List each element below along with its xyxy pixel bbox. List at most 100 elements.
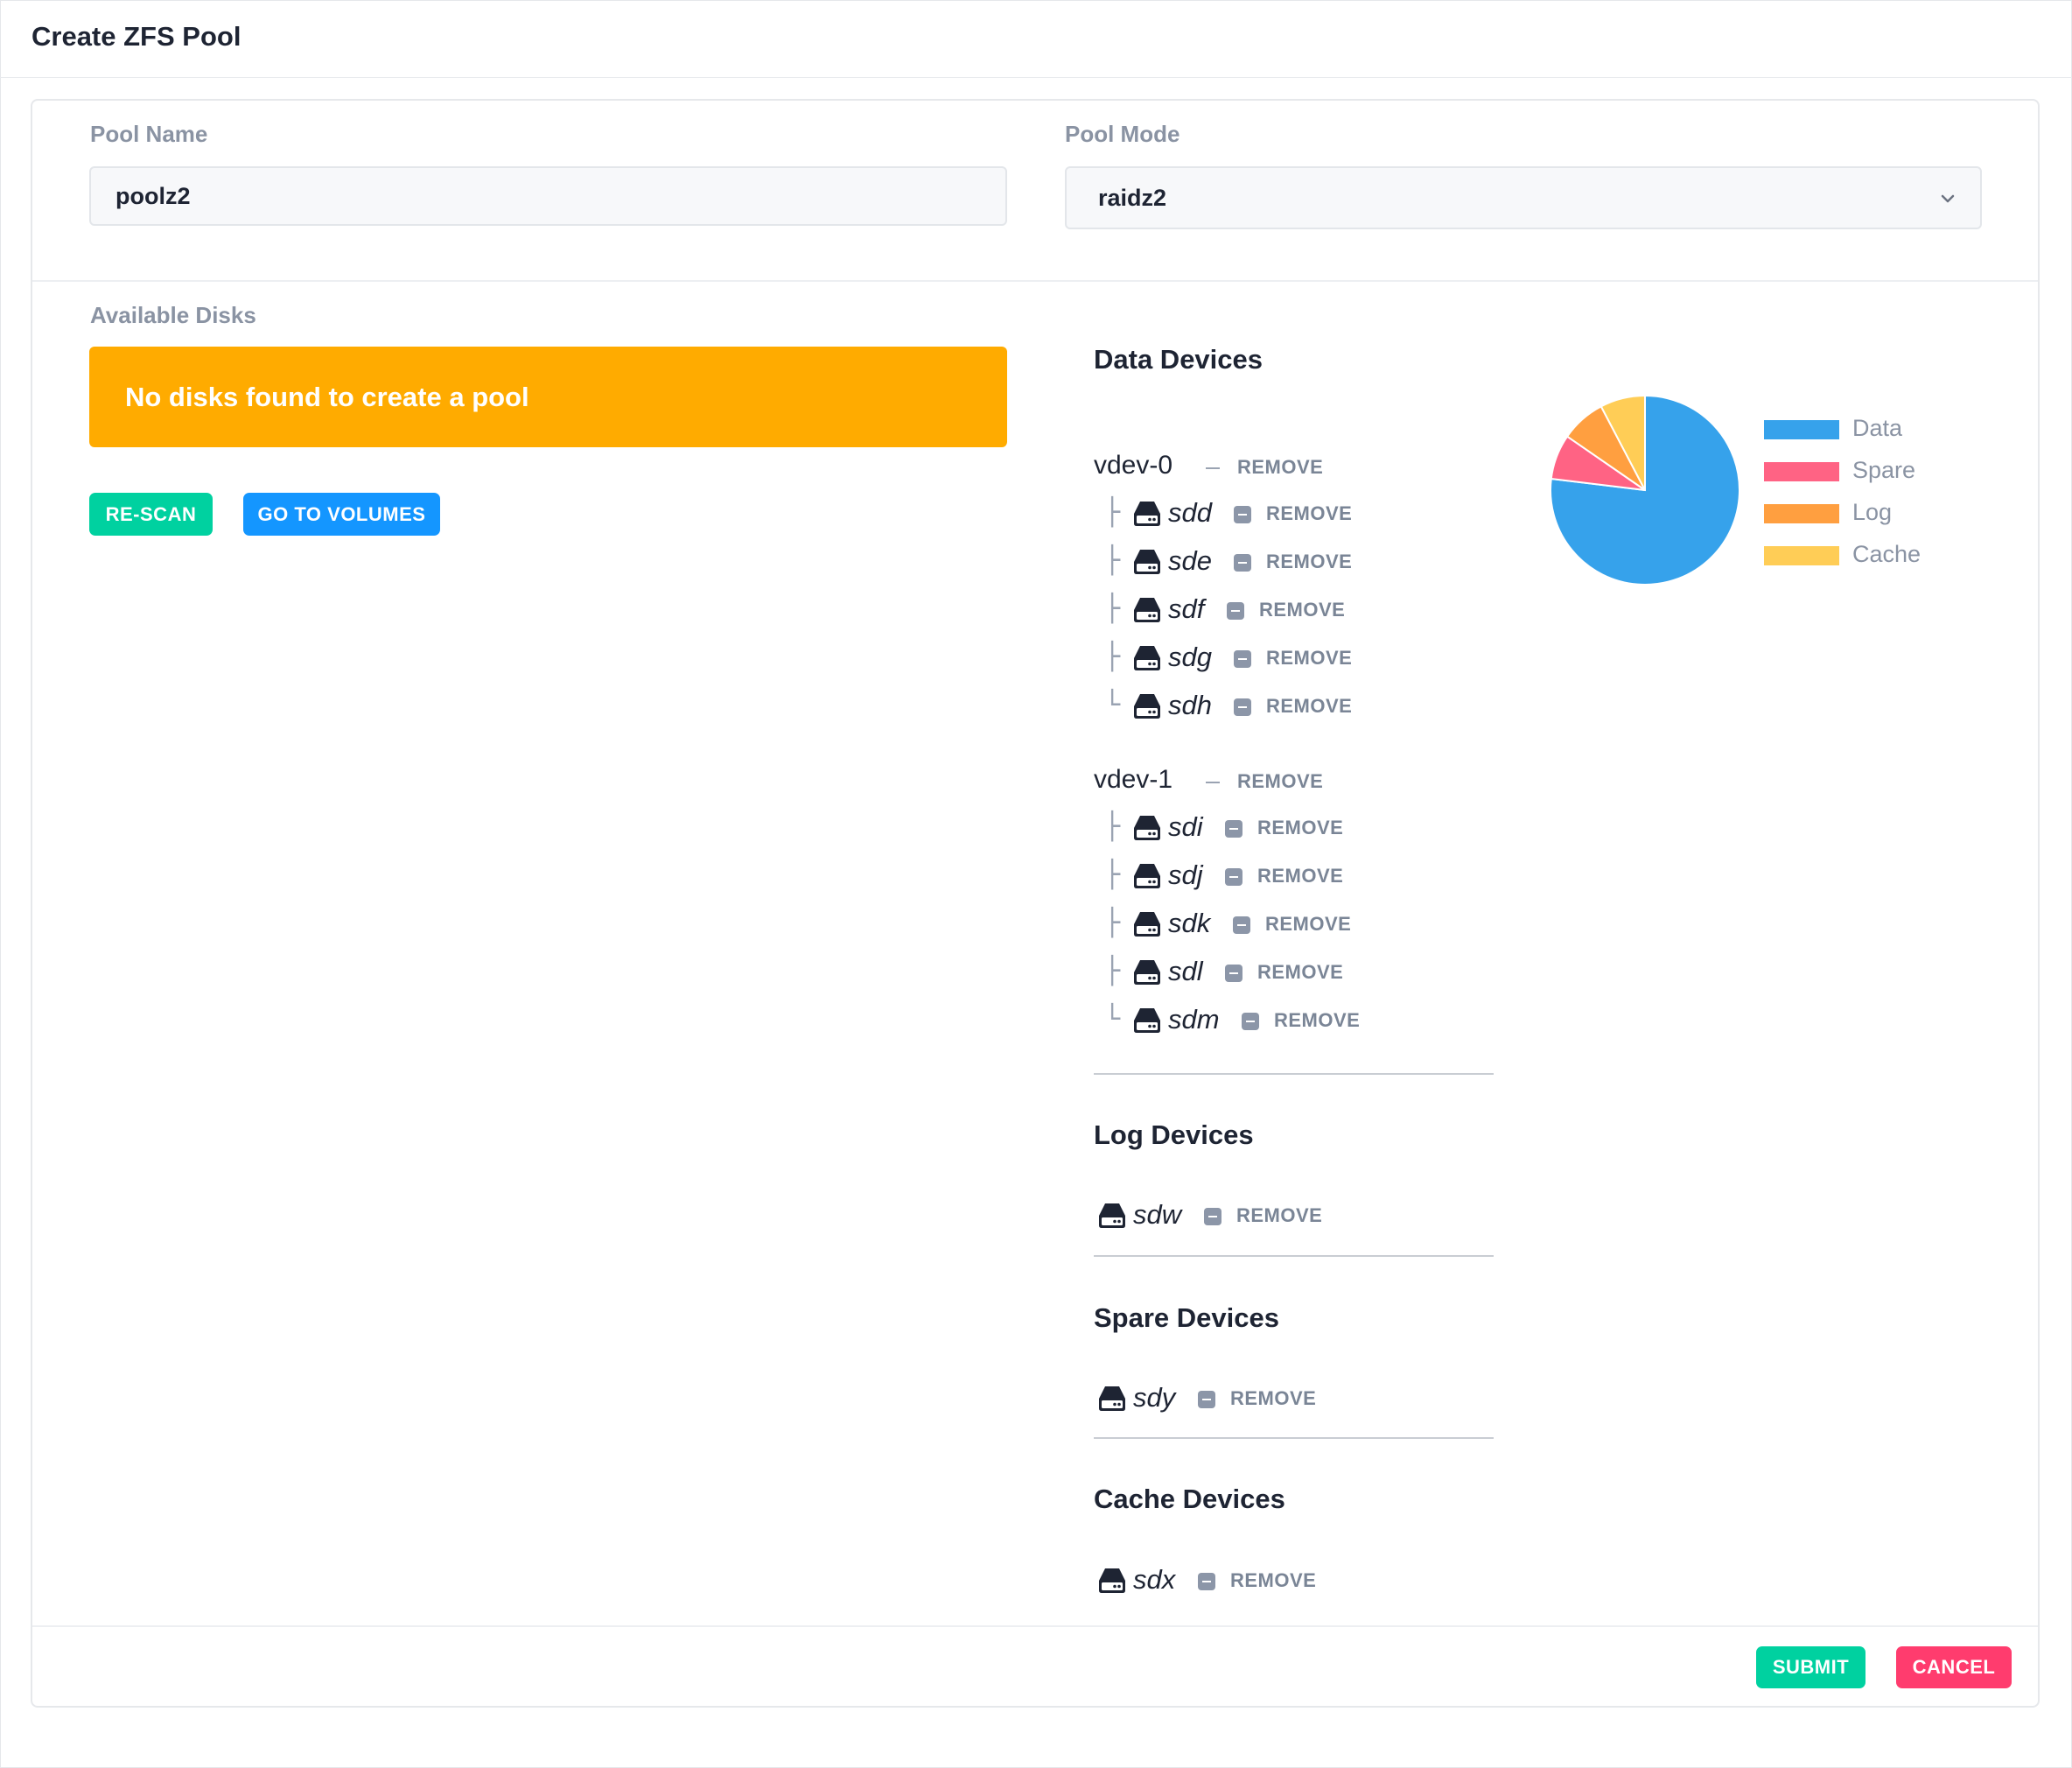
disk-row: ├ sdf REMOVE bbox=[1104, 593, 1367, 628]
tree-connector: ├ bbox=[1104, 593, 1121, 624]
disk-remove-button[interactable]: REMOVE bbox=[1230, 1387, 1316, 1410]
legend-label: Log bbox=[1852, 499, 1893, 525]
vdev-title: vdev-1 bbox=[1094, 765, 1173, 794]
minus-square-icon[interactable] bbox=[1225, 820, 1242, 838]
data-devices-title: Data Devices bbox=[1094, 344, 1264, 375]
disk-remove-button[interactable]: REMOVE bbox=[1230, 1569, 1316, 1592]
tree-connector: └ bbox=[1104, 690, 1121, 720]
disk-remove-button[interactable]: REMOVE bbox=[1274, 1009, 1360, 1032]
disk-remove-button[interactable]: REMOVE bbox=[1265, 913, 1351, 936]
disk-remove-button[interactable]: REMOVE bbox=[1257, 961, 1343, 984]
hard-drive-icon bbox=[1134, 646, 1160, 670]
disk-row: └ sdm REMOVE bbox=[1104, 1004, 1367, 1039]
disk-name: sdy bbox=[1133, 1382, 1176, 1413]
minus-square-icon[interactable] bbox=[1234, 698, 1251, 716]
disk-remove-button[interactable]: REMOVE bbox=[1259, 599, 1345, 621]
disk-name: sdg bbox=[1168, 642, 1212, 672]
disk-name: sdh bbox=[1168, 690, 1212, 720]
no-disks-alert: No disks found to create a pool bbox=[89, 347, 1007, 447]
pool-name-input[interactable]: poolz2 bbox=[89, 166, 1007, 226]
disk-name: sdl bbox=[1168, 956, 1203, 986]
tree-connector: ├ bbox=[1104, 811, 1121, 842]
tree-connector: ├ bbox=[1104, 642, 1121, 672]
legend-label: Data bbox=[1852, 415, 1903, 441]
disk-name: sdf bbox=[1168, 593, 1205, 624]
hard-drive-icon bbox=[1134, 598, 1160, 622]
minus-square-icon[interactable] bbox=[1233, 916, 1250, 934]
hard-drive-icon bbox=[1134, 694, 1160, 719]
section-divider bbox=[32, 280, 2038, 282]
vdev-remove-dash bbox=[1206, 467, 1220, 469]
hard-drive-icon bbox=[1134, 912, 1160, 937]
disk-name: sdk bbox=[1168, 908, 1211, 938]
disk-row: ├ sdj REMOVE bbox=[1104, 859, 1367, 895]
disk-name: sdd bbox=[1168, 497, 1212, 528]
hard-drive-icon bbox=[1134, 550, 1160, 574]
disk-name: sdi bbox=[1168, 811, 1203, 842]
hard-drive-icon bbox=[1099, 1386, 1125, 1411]
disk-row: └ sdh REMOVE bbox=[1104, 690, 1367, 725]
no-disks-alert-text: No disks found to create a pool bbox=[125, 381, 529, 412]
disk-row: ├ sdl REMOVE bbox=[1104, 956, 1367, 991]
disk-remove-button[interactable]: REMOVE bbox=[1266, 647, 1352, 670]
legend-swatch bbox=[1764, 504, 1839, 523]
hard-drive-icon bbox=[1134, 502, 1160, 526]
vdev-remove-button[interactable]: REMOVE bbox=[1237, 456, 1323, 479]
minus-square-icon[interactable] bbox=[1234, 554, 1251, 572]
vdev-remove-button[interactable]: REMOVE bbox=[1237, 770, 1323, 793]
minus-square-icon[interactable] bbox=[1227, 602, 1244, 620]
tree-connector: ├ bbox=[1104, 859, 1121, 890]
disk-remove-button[interactable]: REMOVE bbox=[1266, 695, 1352, 718]
spare-devices-title: Spare Devices bbox=[1094, 1302, 1279, 1333]
pool-mode-label: Pool Mode bbox=[1065, 121, 1180, 147]
hard-drive-icon bbox=[1134, 1008, 1160, 1033]
minus-square-icon[interactable] bbox=[1234, 650, 1251, 668]
tree-connector: └ bbox=[1104, 1004, 1121, 1035]
pool-mode-value: raidz2 bbox=[1098, 184, 1167, 211]
disk-row: ├ sdg REMOVE bbox=[1104, 642, 1367, 677]
cancel-button[interactable]: CANCEL bbox=[1896, 1646, 2012, 1688]
hard-drive-icon bbox=[1134, 864, 1160, 888]
minus-square-icon[interactable] bbox=[1198, 1573, 1215, 1590]
disk-row: sdx REMOVE bbox=[1097, 1564, 1360, 1599]
submit-button[interactable]: SUBMIT bbox=[1756, 1646, 1866, 1688]
hard-drive-icon bbox=[1099, 1568, 1125, 1593]
go-to-volumes-button[interactable]: GO TO VOLUMES bbox=[243, 493, 440, 536]
minus-square-icon[interactable] bbox=[1225, 868, 1242, 886]
legend-label: Cache bbox=[1852, 541, 1922, 567]
disk-name: sdj bbox=[1168, 859, 1203, 890]
disk-remove-button[interactable]: REMOVE bbox=[1266, 551, 1352, 573]
vdev-remove-dash bbox=[1206, 782, 1220, 783]
disk-row: ├ sdi REMOVE bbox=[1104, 811, 1367, 846]
rescan-button[interactable]: RE-SCAN bbox=[89, 493, 213, 536]
tree-connector: ├ bbox=[1104, 908, 1121, 938]
disk-name: sdw bbox=[1133, 1199, 1182, 1230]
legend-swatch bbox=[1764, 462, 1839, 481]
device-pie-chart bbox=[1550, 394, 1740, 586]
disk-remove-button[interactable]: REMOVE bbox=[1236, 1204, 1322, 1227]
disk-remove-button[interactable]: REMOVE bbox=[1266, 502, 1352, 525]
pool-name-label: Pool Name bbox=[90, 121, 208, 147]
pool-mode-select[interactable]: raidz2 bbox=[1065, 166, 1982, 229]
section-separator bbox=[1094, 1255, 1494, 1257]
vdev-title: vdev-0 bbox=[1094, 451, 1173, 480]
section-separator bbox=[1094, 1073, 1494, 1075]
minus-square-icon[interactable] bbox=[1198, 1391, 1215, 1408]
page-title: Create ZFS Pool bbox=[32, 21, 242, 52]
footer-divider bbox=[32, 1625, 2038, 1627]
cache-devices-title: Cache Devices bbox=[1094, 1484, 1285, 1514]
legend-label: Spare bbox=[1852, 457, 1916, 483]
disk-remove-button[interactable]: REMOVE bbox=[1257, 865, 1343, 888]
log-devices-title: Log Devices bbox=[1094, 1119, 1254, 1150]
tree-connector: ├ bbox=[1104, 497, 1121, 528]
minus-square-icon[interactable] bbox=[1242, 1013, 1259, 1030]
available-disks-label: Available Disks bbox=[90, 302, 256, 328]
pool-name-value: poolz2 bbox=[116, 182, 191, 209]
minus-square-icon[interactable] bbox=[1225, 965, 1242, 982]
legend-swatch bbox=[1764, 546, 1839, 565]
minus-square-icon[interactable] bbox=[1234, 506, 1251, 523]
disk-row: sdy REMOVE bbox=[1097, 1382, 1360, 1417]
disk-remove-button[interactable]: REMOVE bbox=[1257, 817, 1343, 839]
disk-name: sde bbox=[1168, 545, 1212, 576]
minus-square-icon[interactable] bbox=[1204, 1208, 1222, 1225]
